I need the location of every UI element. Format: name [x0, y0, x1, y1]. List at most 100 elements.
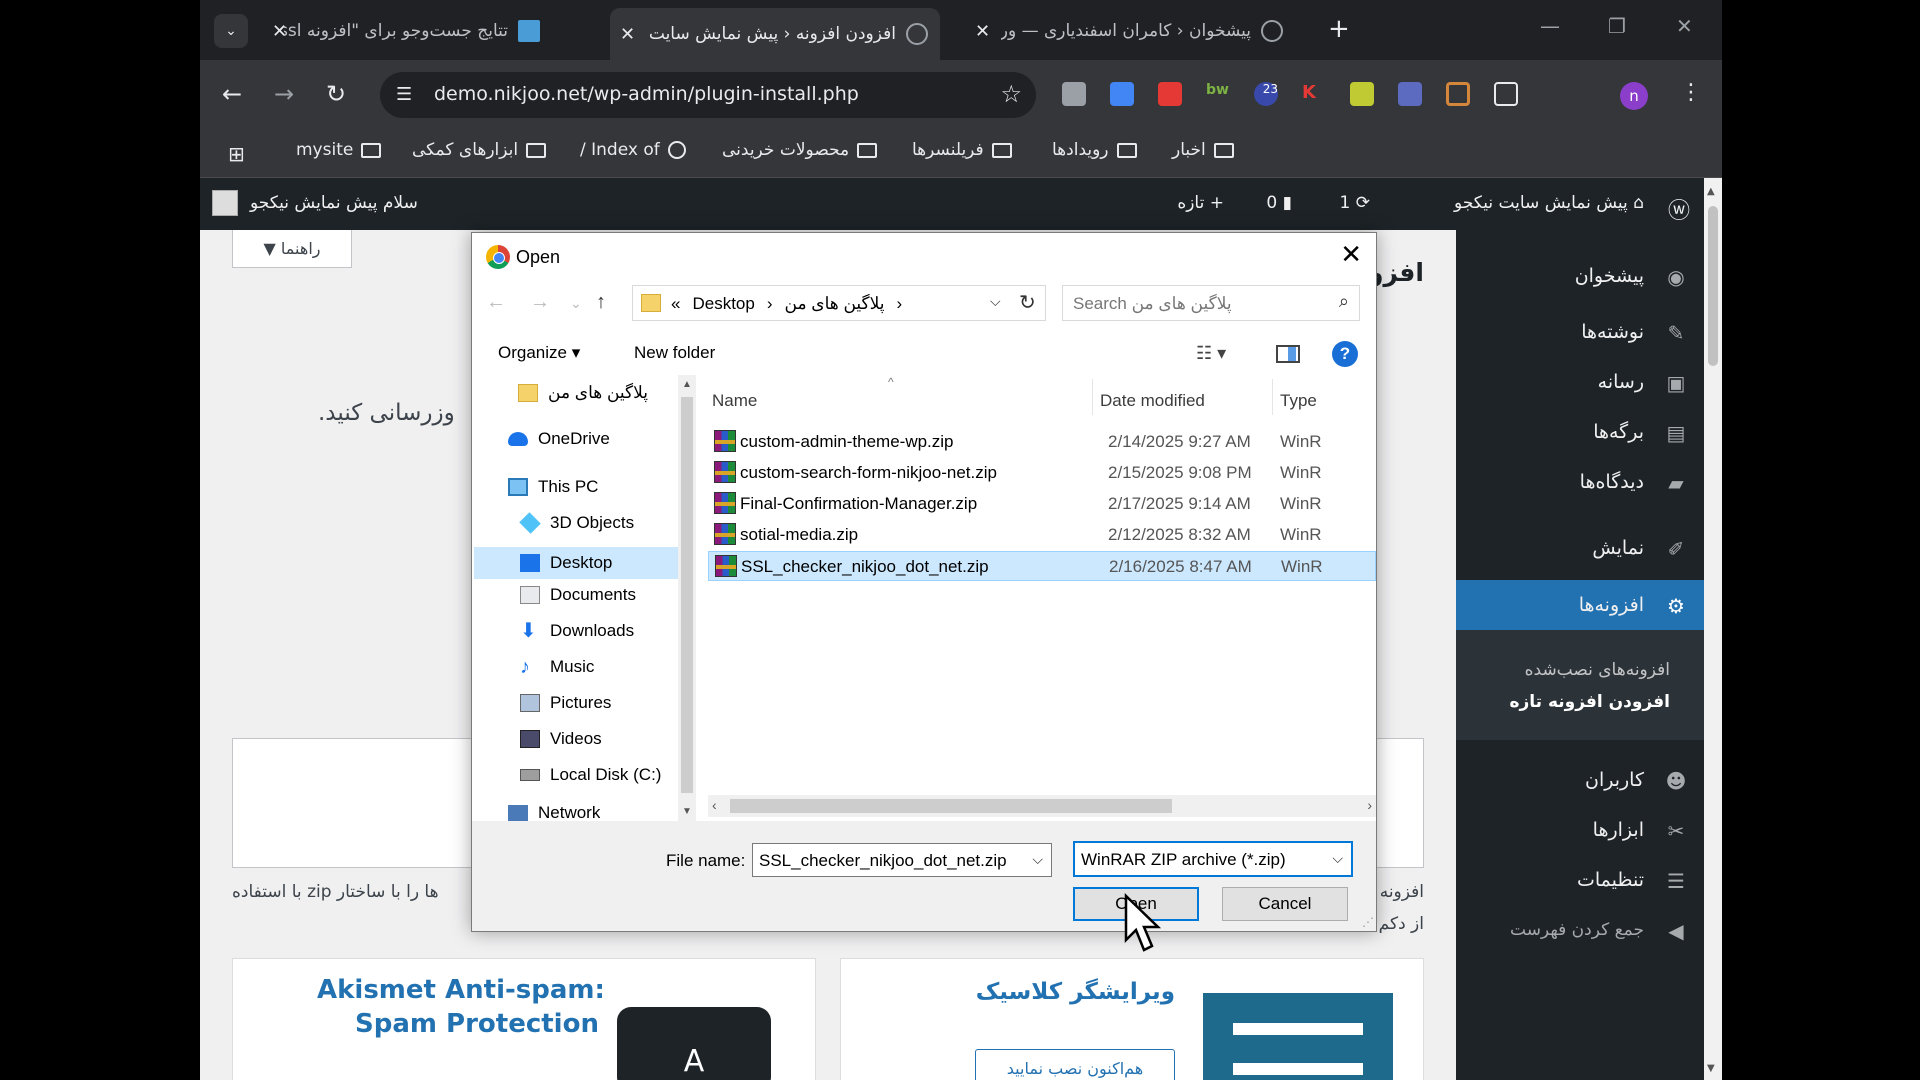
scroll-down-icon[interactable]: ▼ — [1707, 1063, 1715, 1074]
file-row-selected[interactable]: SSL_checker_nikjoo_dot_net.zip 2/16/2025… — [708, 551, 1376, 581]
menu-appearance[interactable]: ✐ نمایش — [1460, 528, 1690, 568]
menu-pages[interactable]: ▤ برگه‌ها — [1460, 412, 1690, 452]
bookmark-mysite[interactable]: mysite — [296, 140, 382, 160]
scrollbar-thumb[interactable] — [730, 799, 1172, 813]
search-input[interactable]: Search پلاگین های من ⌕ — [1062, 285, 1360, 321]
reload-icon[interactable]: ↻ — [326, 80, 346, 108]
nav-videos[interactable]: Videos — [520, 729, 602, 749]
browser-menu-icon[interactable]: ⋮ — [1680, 80, 1702, 105]
close-tab-icon[interactable]: ✕ — [620, 24, 635, 45]
path-dropdown-icon[interactable]: ⌵ — [990, 293, 1001, 310]
profile-avatar[interactable]: n — [1620, 82, 1648, 110]
file-row[interactable]: custom-search-form-nikjoo-net.zip 2/15/2… — [708, 458, 1376, 488]
resize-grip-icon[interactable]: ⋰ — [1362, 915, 1374, 929]
minimize-icon[interactable]: — — [1540, 14, 1560, 38]
nav-pane-scrollbar[interactable]: ▲ ▼ — [678, 375, 696, 821]
scrollbar-thumb[interactable] — [681, 397, 693, 793]
wordpress-logo-icon[interactable]: ⓦ — [1668, 193, 1690, 225]
avatar[interactable] — [212, 190, 238, 216]
site-info-icon[interactable]: ☰ — [396, 84, 412, 105]
file-name-input[interactable]: SSL_checker_nikjoo_dot_net.zip ⌵ — [752, 843, 1052, 877]
file-type-select[interactable]: WinRAR ZIP archive (*.zip) ⌵ — [1073, 841, 1353, 877]
address-bar[interactable]: ☰ demo.nikjoo.net/wp-admin/plugin-instal… — [380, 72, 1036, 118]
nav-pictures[interactable]: Pictures — [520, 693, 611, 713]
scroll-left-icon[interactable]: ‹ — [712, 797, 717, 813]
chevron-down-icon[interactable]: ⌵ — [1032, 851, 1043, 868]
new-folder-button[interactable]: New folder — [634, 343, 715, 363]
cancel-button[interactable]: Cancel — [1222, 887, 1348, 921]
menu-settings[interactable]: ☰ تنظیمات — [1460, 860, 1690, 900]
menu-comments[interactable]: ▰ دیدگاه‌ها — [1460, 462, 1690, 502]
menu-collapse[interactable]: ◀ جمع کردن فهرست — [1460, 910, 1690, 950]
back-icon[interactable]: ← — [222, 80, 242, 108]
new-tab-button[interactable]: + — [1328, 14, 1350, 44]
organize-button[interactable]: Organize ▾ — [498, 343, 580, 363]
nav-downloads[interactable]: ⬇ Downloads — [520, 621, 634, 641]
menu-users[interactable]: ☻ کاربران — [1460, 760, 1690, 800]
breadcrumb-desktop[interactable]: Desktop — [692, 294, 754, 314]
bookmark-index-of[interactable]: Index of / — [580, 140, 686, 160]
site-home-link[interactable]: ⌂ پیش نمایش سایت نیکجو — [1454, 193, 1644, 213]
nav-my-plugins[interactable]: پلاگین های من — [518, 383, 648, 403]
apps-grid-icon[interactable]: ⊞ — [228, 142, 245, 166]
akismet-title-line1[interactable]: Akismet Anti-spam: — [317, 975, 605, 1005]
page-scrollbar[interactable]: ▲ ▼ — [1704, 178, 1722, 1080]
close-tab-icon[interactable]: ✕ — [272, 21, 287, 42]
scrollbar-thumb[interactable] — [1708, 206, 1718, 366]
file-row[interactable]: custom-admin-theme-wp.zip 2/14/2025 9:27… — [708, 427, 1376, 457]
scroll-up-icon[interactable]: ▲ — [1707, 186, 1715, 197]
refresh-icon[interactable]: ↻ — [1019, 290, 1036, 315]
submenu-installed-plugins[interactable]: افزونه‌های نصب‌شده — [1525, 660, 1670, 680]
tab-search-results[interactable]: تتایج جست‌وجو برای "افزونه ssl" - ✕ — [262, 10, 552, 52]
nav-desktop[interactable]: Desktop — [474, 547, 678, 579]
chevron-down-icon[interactable]: ⌵ — [1332, 850, 1343, 867]
path-bar[interactable]: « Desktop › پلاگین های من › ⌵ ↻ — [632, 285, 1046, 321]
updates-link[interactable]: ⟳ 1 — [1340, 193, 1370, 213]
comments-link[interactable]: ▮ 0 — [1266, 193, 1292, 213]
nav-onedrive[interactable]: OneDrive — [508, 429, 610, 449]
column-name[interactable]: Name — [712, 391, 757, 411]
column-type[interactable]: Type — [1280, 391, 1317, 411]
forward-icon[interactable]: → — [530, 291, 550, 314]
bookmark-news[interactable]: اخبار — [1172, 140, 1234, 160]
close-tab-icon[interactable]: ✕ — [975, 21, 990, 42]
help-tab-button[interactable]: راهنما ▼ — [232, 230, 352, 268]
extension-d-icon[interactable] — [1398, 82, 1422, 106]
column-date-modified[interactable]: Date modified — [1100, 391, 1205, 411]
menu-posts[interactable]: ✎ نوشته‌ها — [1460, 312, 1690, 352]
file-list-hscrollbar[interactable]: ‹ › — [708, 795, 1376, 817]
view-options-icon[interactable]: ☷ ▾ — [1196, 343, 1226, 364]
account-greeting[interactable]: سلام پیش نمایش نیکجو — [250, 193, 418, 213]
nav-network[interactable]: Network — [508, 805, 600, 821]
dialog-close-button[interactable]: ✕ — [1340, 239, 1362, 270]
back-icon[interactable]: ← — [486, 291, 506, 314]
nav-music[interactable]: ♪ Music — [520, 657, 594, 677]
bookmark-events[interactable]: رویدادها — [1052, 140, 1137, 160]
menu-dashboard[interactable]: ◉ پیشخوان — [1460, 256, 1690, 296]
extension-palette-icon[interactable] — [1350, 82, 1374, 106]
scroll-down-icon[interactable]: ▼ — [682, 806, 692, 817]
bookmark-star-icon[interactable]: ☆ — [1000, 80, 1022, 108]
extension-f-icon[interactable] — [1446, 82, 1470, 106]
recent-locations-icon[interactable]: ⌄ — [570, 295, 582, 312]
preview-pane-icon[interactable] — [1276, 345, 1300, 363]
akismet-title-line2[interactable]: Spam Protection — [355, 1009, 599, 1039]
breadcrumb-my-plugins[interactable]: پلاگین های من — [785, 294, 885, 314]
scroll-up-icon[interactable]: ▲ — [682, 379, 692, 390]
nav-3d-objects[interactable]: 3D Objects — [519, 512, 634, 534]
nav-documents[interactable]: Documents — [520, 585, 636, 605]
help-icon[interactable]: ? — [1332, 341, 1358, 367]
menu-tools[interactable]: ✂ ابزارها — [1460, 810, 1690, 850]
camera-extension-icon[interactable] — [1062, 82, 1086, 106]
extension-k-icon[interactable]: K — [1302, 82, 1326, 106]
install-now-button[interactable]: هم‌اکنون نصب نمایید — [975, 1049, 1175, 1080]
file-row[interactable]: Final-Confirmation-Manager.zip 2/17/2025… — [708, 489, 1376, 519]
translate-extension-icon[interactable] — [1110, 82, 1134, 106]
forward-icon[interactable]: → — [274, 80, 294, 108]
tab-dashboard[interactable]: پیشخوان ‹ کامران اسفندیاری — ور ✕ — [965, 10, 1295, 52]
classic-editor-title[interactable]: ویرایشگر کلاسیک — [976, 979, 1175, 1005]
restore-icon[interactable]: ❐ — [1608, 14, 1626, 38]
bookmark-helper-tools[interactable]: ابزارهای کمکی — [412, 140, 547, 160]
menu-plugins[interactable]: ⚙ افزونه‌ها — [1456, 580, 1704, 630]
window-close-icon[interactable]: ✕ — [1676, 14, 1693, 38]
